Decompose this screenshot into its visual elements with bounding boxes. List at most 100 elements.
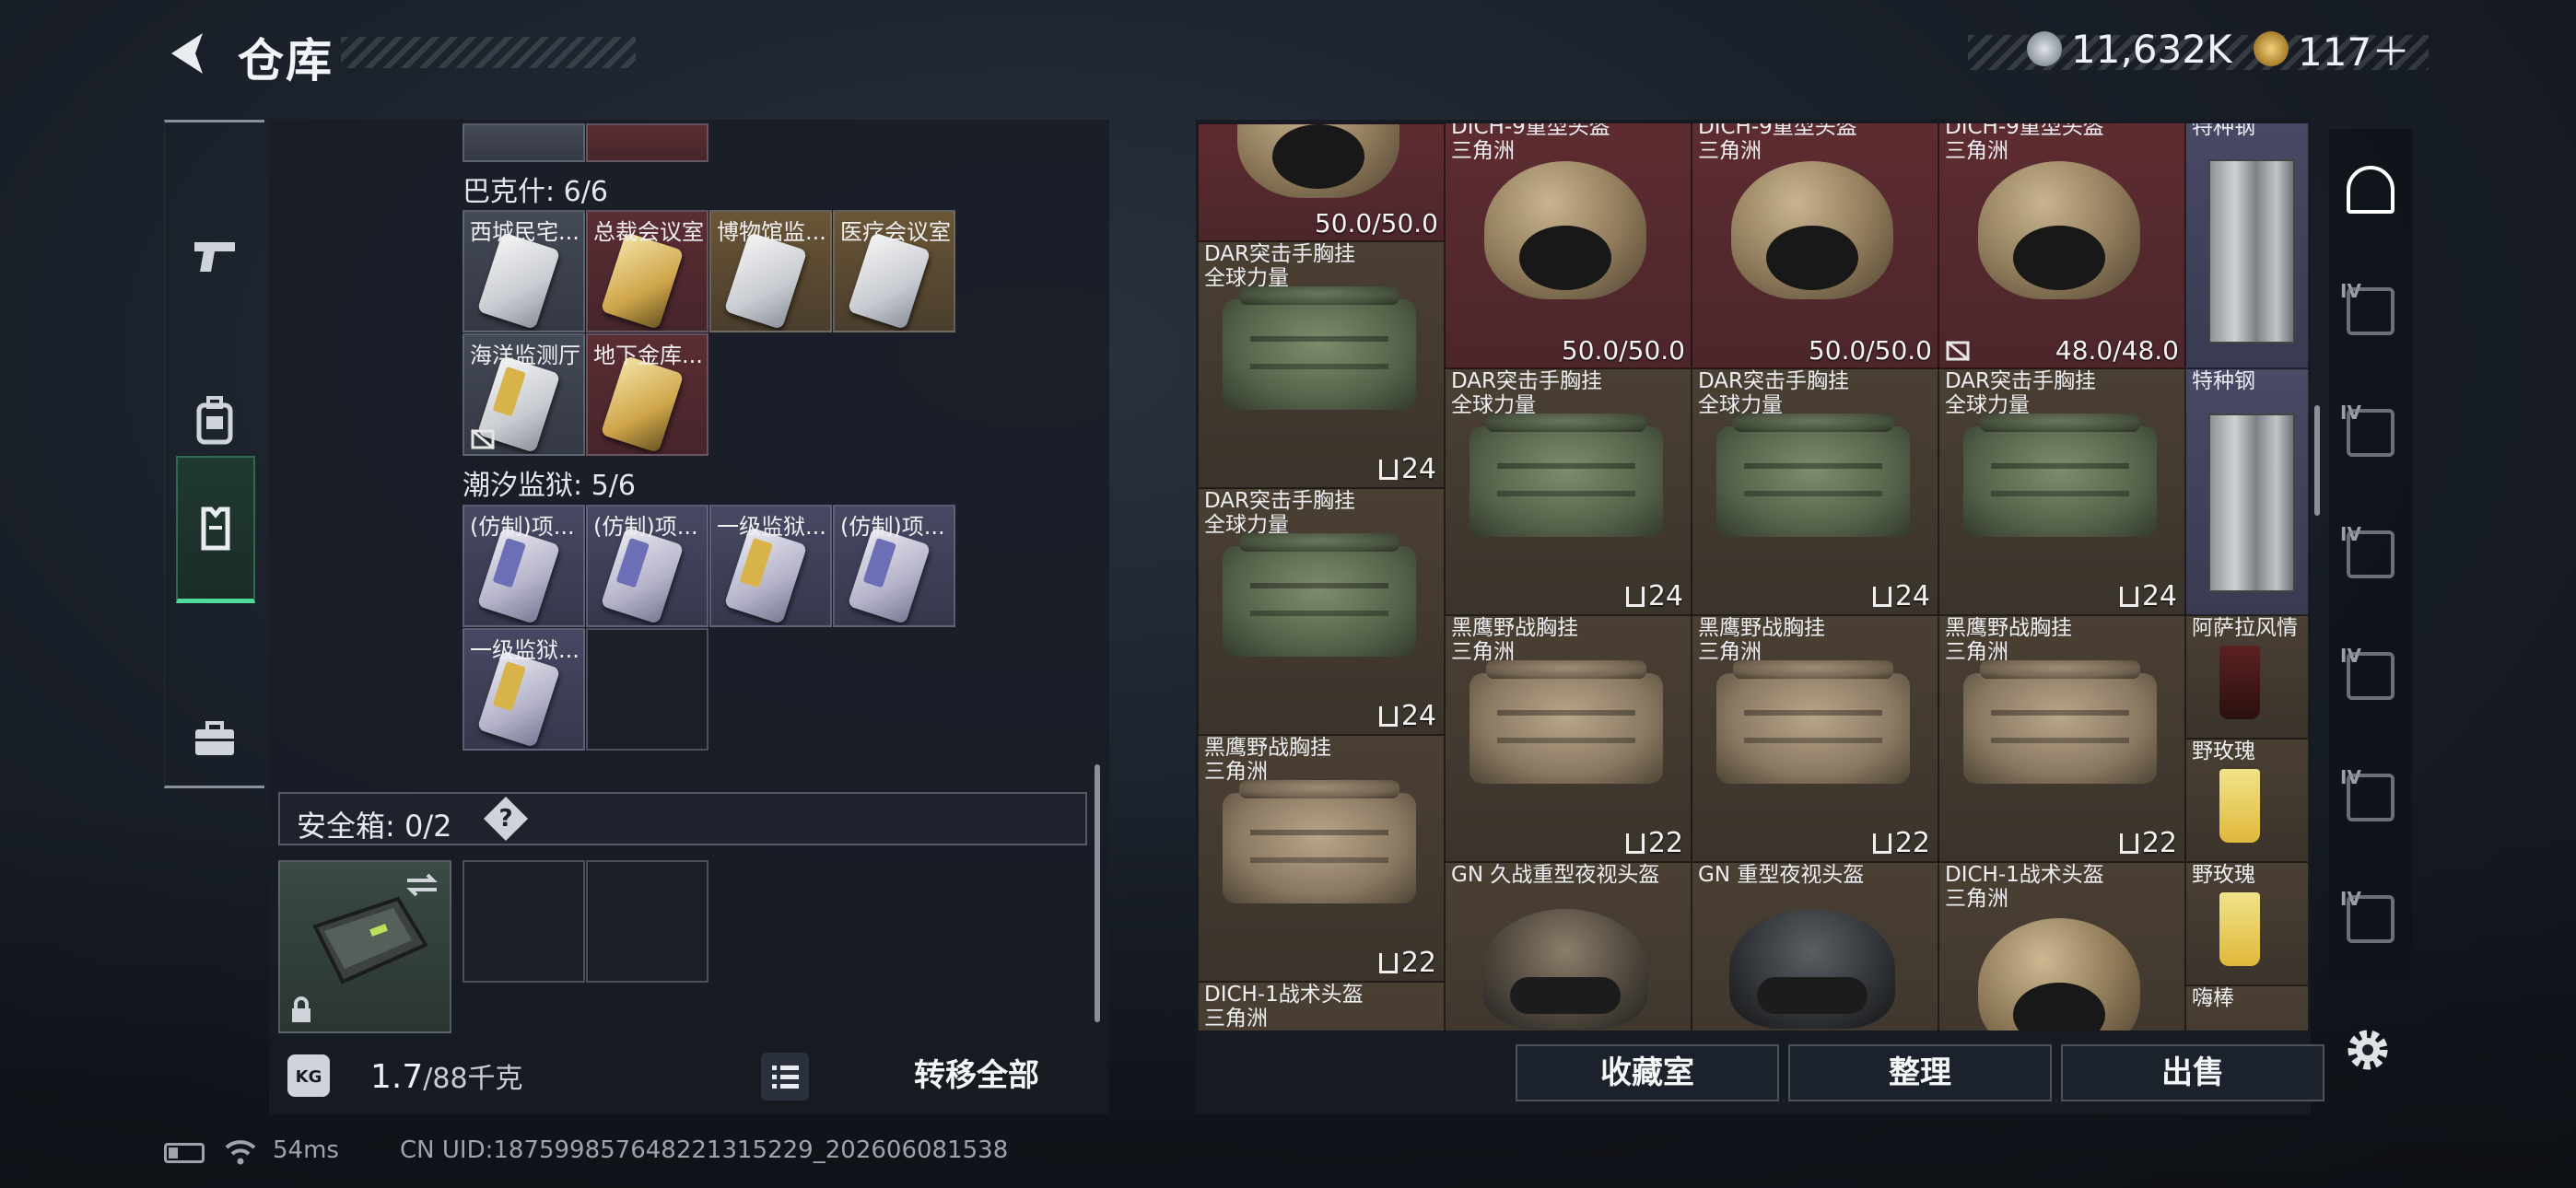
gold-coin-icon: [2254, 31, 2289, 66]
keycard-icon: [476, 650, 561, 748]
keycard-slot[interactable]: (仿制)项...: [463, 505, 585, 627]
item-name: DICH-9重型头盔: [1698, 123, 1857, 139]
capacity: 24: [1872, 580, 1930, 612]
safebox-slot-empty[interactable]: [463, 860, 585, 983]
card-slot-partial[interactable]: [586, 123, 708, 162]
safe-case-slot[interactable]: [278, 860, 451, 1033]
drink-image: [2219, 892, 2260, 966]
tab-storage-5[interactable]: IV: [2329, 615, 2412, 737]
keycard-slot[interactable]: (仿制)项...: [586, 505, 708, 627]
inventory-item-vest[interactable]: 黑鹰野战胸挂 三角洲 22: [1198, 735, 1445, 982]
keycard-slot[interactable]: 海洋监测厅: [463, 333, 585, 456]
tab-storage-3[interactable]: IV: [2329, 372, 2412, 494]
swap-icon[interactable]: [404, 871, 440, 899]
back-arrow-icon[interactable]: [162, 28, 214, 79]
steel-image: [2208, 413, 2295, 592]
item-name: GN 重型夜视头盔: [1698, 863, 1865, 887]
currency-silver[interactable]: 11,632K: [2027, 27, 2232, 72]
keycard-icon: [600, 232, 685, 330]
tab-storage-4[interactable]: IV: [2329, 494, 2412, 615]
inventory-item-nv-helmet[interactable]: GN 重型夜视头盔: [1692, 862, 1938, 1031]
keycard-slot[interactable]: 西城民宅...: [463, 210, 585, 332]
briefcase-icon: [195, 721, 234, 755]
item-name: DICH-9重型头盔: [1451, 123, 1610, 139]
keycard-slot[interactable]: 医疗会议室: [833, 210, 955, 332]
collection-room-button[interactable]: 收藏室: [1516, 1044, 1779, 1101]
inventory-item-helmet[interactable]: DICH-1战术头盔 三角洲: [1938, 862, 2185, 1031]
rail-tab-tools[interactable]: [165, 666, 264, 813]
item-name: DAR突击手胸挂: [1204, 242, 1356, 266]
keycard-label: (仿制)项...: [840, 514, 945, 540]
inventory-item-vest[interactable]: DAR突击手胸挂 全球力量 24: [1198, 488, 1445, 735]
untradeable-icon: [471, 428, 495, 450]
rail-tab-weapons[interactable]: [165, 183, 264, 331]
vest-icon: [201, 507, 230, 550]
inventory-item-drink[interactable]: 野玫瑰: [2185, 862, 2309, 985]
capacity: 24: [2119, 580, 2177, 612]
keycard-slot[interactable]: (仿制)项...: [833, 505, 955, 627]
tab-storage-2[interactable]: IV: [2329, 250, 2412, 372]
tab-storage-7[interactable]: IV: [2329, 858, 2412, 980]
keycard-slot[interactable]: 总裁会议室: [586, 210, 708, 332]
item-sub: 三角洲: [1945, 887, 2008, 911]
sell-button[interactable]: 出售: [2061, 1044, 2324, 1101]
left-scrollbar[interactable]: [1095, 764, 1100, 1022]
backpack-icon: [196, 396, 233, 445]
inventory-item-drink[interactable]: 嗨棒: [2185, 985, 2309, 1031]
item-name: DAR突击手胸挂: [1451, 369, 1603, 393]
card-slot-partial[interactable]: [463, 123, 585, 162]
weight-max: /88千克: [423, 1063, 523, 1095]
inventory-item-vest[interactable]: 黑鹰野战胸挂 三角洲 22: [1445, 615, 1692, 862]
vest-image: [1223, 546, 1416, 657]
inventory-item-vest[interactable]: 黑鹰野战胸挂 三角洲 22: [1938, 615, 2185, 862]
inventory-item-vest[interactable]: DAR突击手胸挂 全球力量 24: [1445, 368, 1692, 615]
list-view-icon[interactable]: [761, 1053, 809, 1101]
inventory-item-helmet[interactable]: DICH-9重型头盔 三角洲 48.0/48.0: [1938, 123, 2185, 368]
inventory-item-vest[interactable]: DAR突击手胸挂 全球力量 24: [1198, 241, 1445, 488]
inventory-item-vest[interactable]: DAR突击手胸挂 全球力量 24: [1938, 368, 2185, 615]
inventory-item-vest[interactable]: 黑鹰野战胸挂 三角洲 22: [1692, 615, 1938, 862]
keycard-label: (仿制)项...: [470, 514, 575, 540]
tier4-gun2-icon: [2347, 409, 2395, 457]
keycard-slot[interactable]: 一级监狱...: [463, 628, 585, 751]
steel-image: [2208, 159, 2295, 344]
inventory-item-helmet[interactable]: 50.0/50.0: [1198, 123, 1445, 241]
keycard-label: (仿制)项...: [593, 514, 698, 540]
vest-image: [1223, 299, 1416, 410]
inventory-item-helmet[interactable]: DICH-1战术头盔 三角洲: [1198, 982, 1445, 1031]
item-sub: 三角洲: [1698, 139, 1762, 163]
sort-button[interactable]: 整理: [1788, 1044, 2052, 1101]
item-name: DAR突击手胸挂: [1204, 489, 1356, 513]
inventory-scrollbar[interactable]: [2314, 405, 2320, 516]
rail-tab-collections[interactable]: [176, 456, 255, 603]
drink-image: [2219, 769, 2260, 843]
currency-gold-value: 117＋: [2298, 29, 2411, 75]
inventory-item-drink[interactable]: 野玫瑰: [2185, 739, 2309, 862]
inventory-item-nv-helmet[interactable]: GN 久战重型夜视头盔: [1445, 862, 1692, 1031]
item-sub: 三角洲: [1451, 139, 1515, 163]
empty-keycard-slot[interactable]: [586, 628, 708, 751]
gear-icon[interactable]: [2342, 1024, 2394, 1076]
inventory-item-steel[interactable]: 特种钢: [2185, 368, 2309, 615]
keycard-icon: [600, 527, 685, 624]
tab-all-storage[interactable]: [2329, 129, 2412, 250]
keycard-slot[interactable]: 地下金库...: [586, 333, 708, 456]
help-icon[interactable]: ?: [483, 796, 529, 842]
tab-storage-6[interactable]: IV: [2329, 737, 2412, 858]
keycard-label: 一级监狱...: [717, 514, 826, 540]
safebox-slot-empty[interactable]: [586, 860, 708, 983]
inventory-item-vest[interactable]: DAR突击手胸挂 全球力量 24: [1692, 368, 1938, 615]
capacity: 22: [2119, 827, 2177, 859]
currency-gold[interactable]: 117＋: [2254, 28, 2410, 75]
keycard-label: 博物馆监...: [717, 219, 826, 245]
inventory-item-drink[interactable]: 阿萨拉风情: [2185, 615, 2309, 739]
keycard-slot[interactable]: 一级监狱...: [709, 505, 832, 627]
inventory-item-helmet[interactable]: DICH-9重型头盔 三角洲 50.0/50.0: [1445, 123, 1692, 368]
item-name: 黑鹰野战胸挂: [1698, 616, 1825, 640]
keycard-icon: [723, 232, 808, 330]
keycard-label: 医疗会议室: [840, 219, 951, 245]
transfer-all-button[interactable]: 转移全部: [857, 1050, 1096, 1101]
inventory-item-helmet[interactable]: DICH-9重型头盔 三角洲 50.0/50.0: [1692, 123, 1938, 368]
inventory-item-steel[interactable]: 特种钢: [2185, 123, 2309, 368]
keycard-slot[interactable]: 博物馆监...: [709, 210, 832, 332]
